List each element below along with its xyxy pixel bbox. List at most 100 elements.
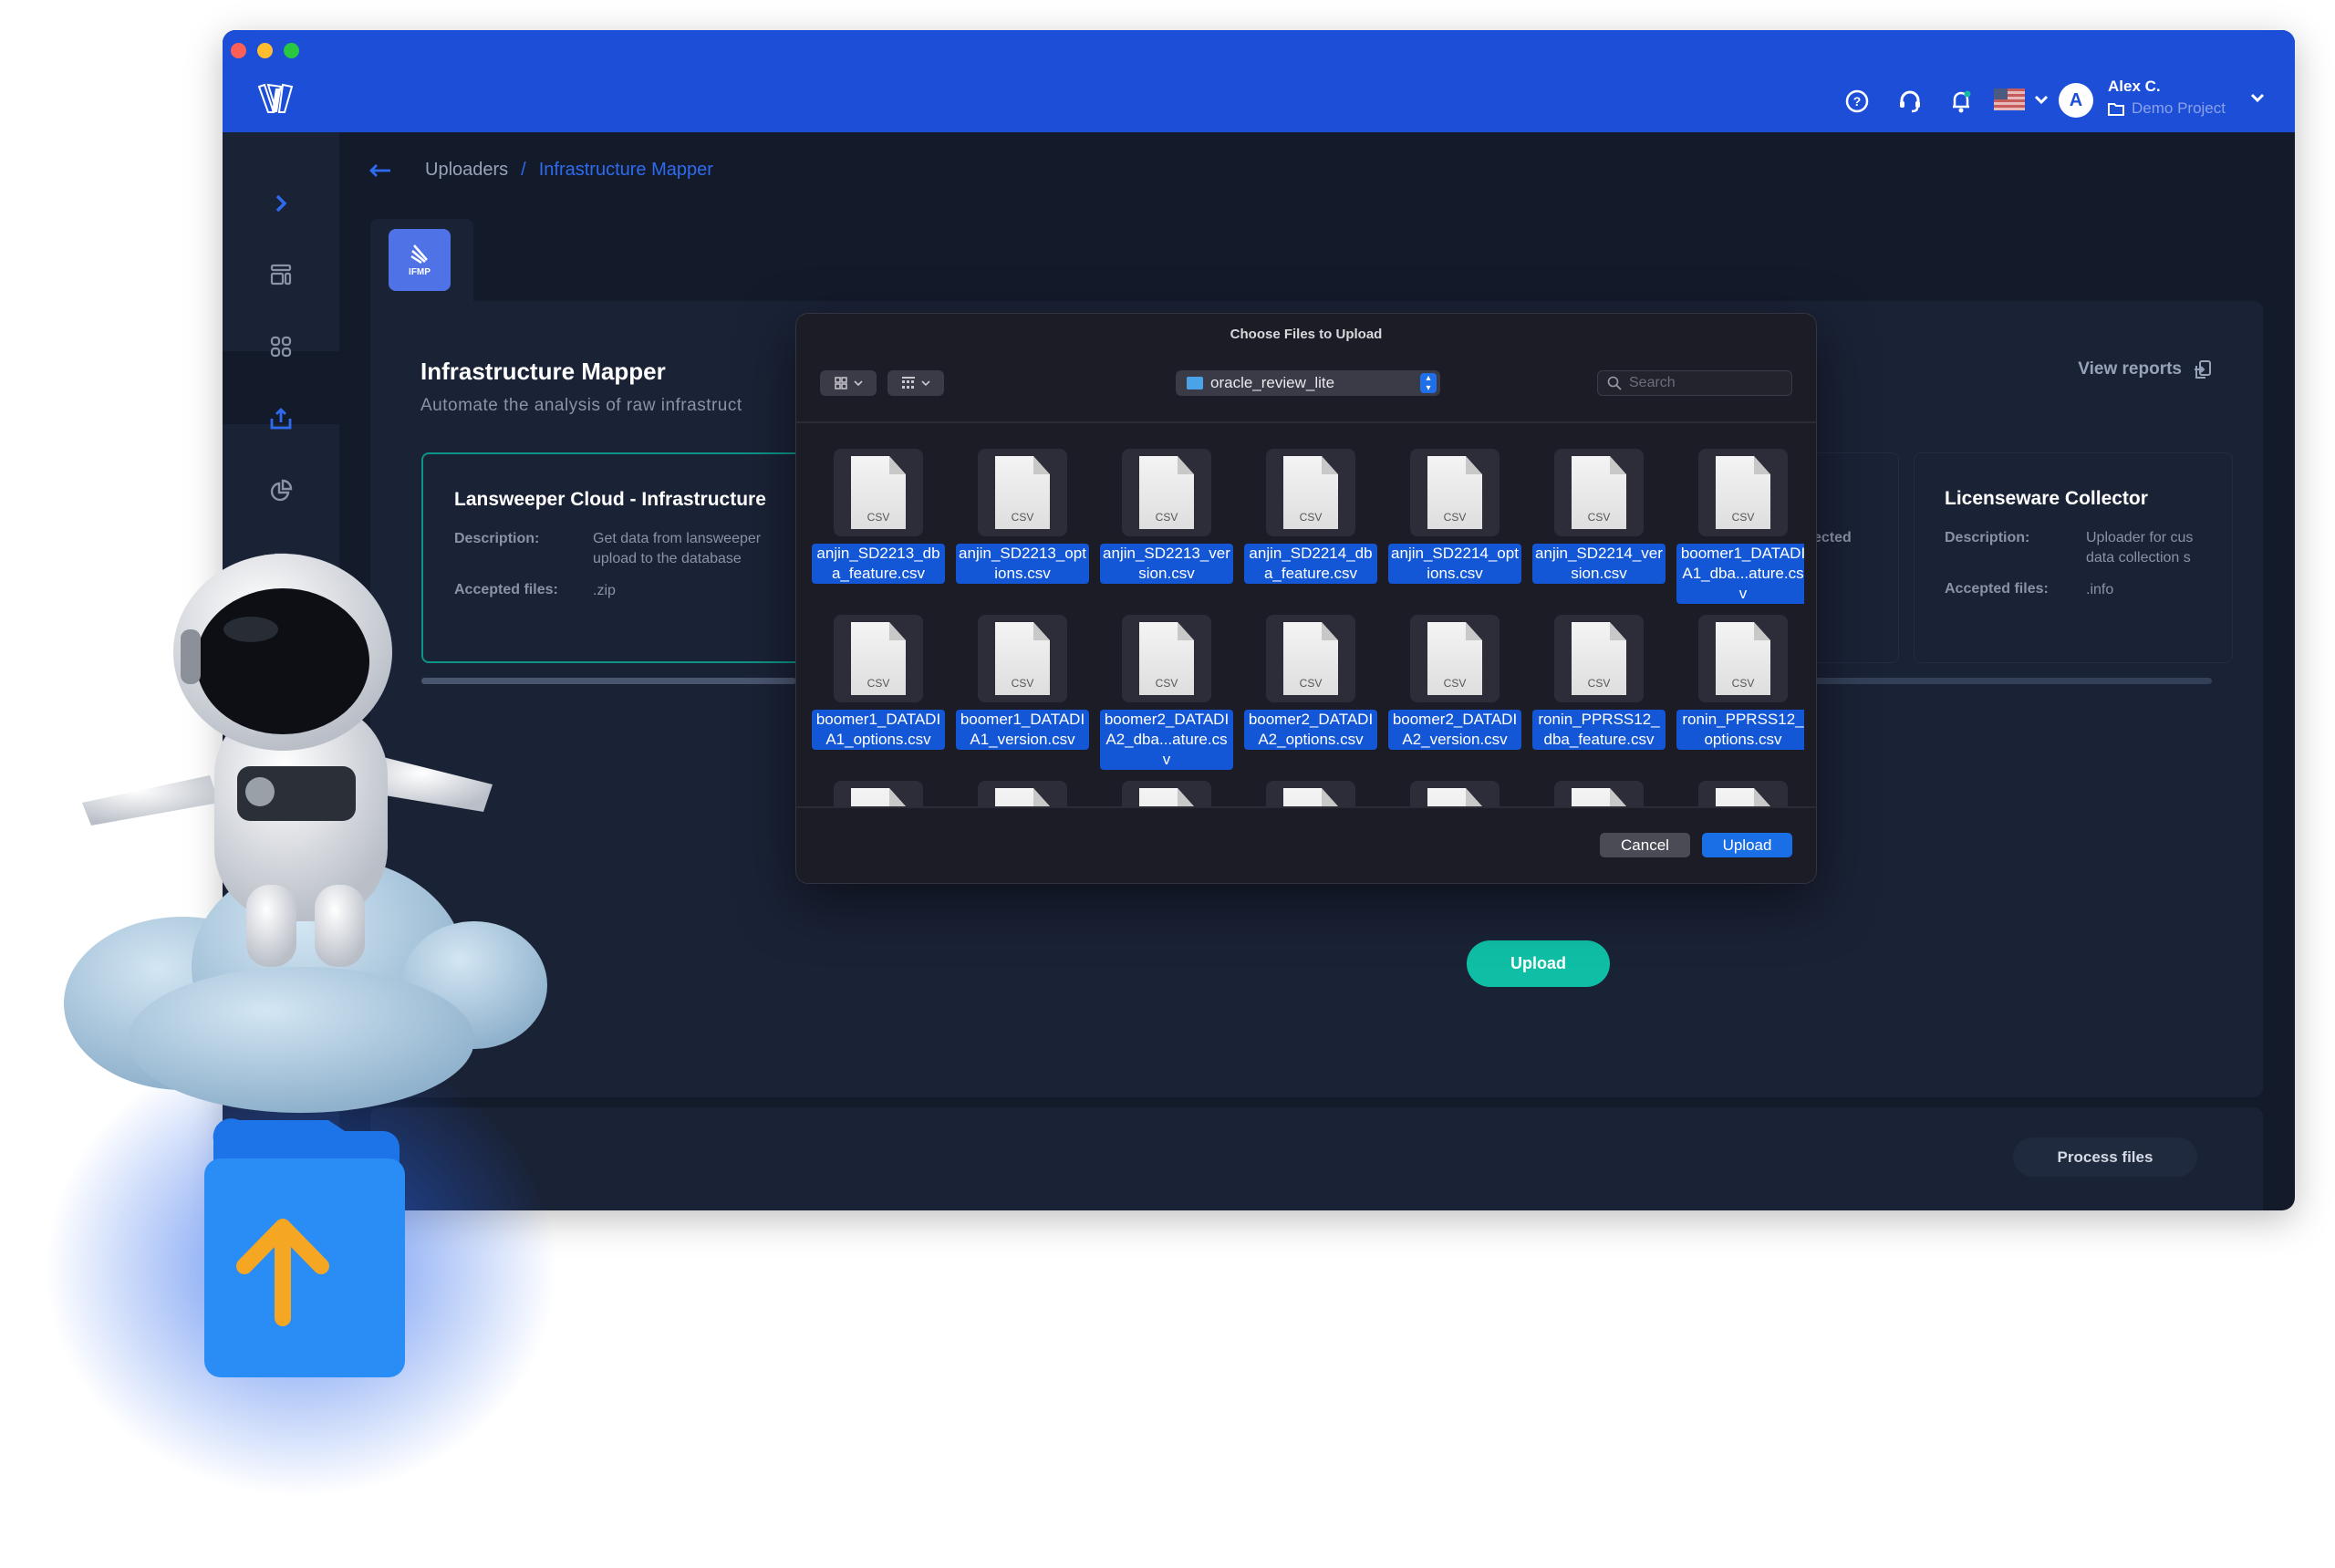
footer-divider (796, 806, 1816, 808)
file-name: boomer1_DATADIA1_version.csv (956, 710, 1089, 750)
chevron-down-icon (854, 380, 863, 387)
scrollbar-thumb[interactable] (421, 678, 795, 684)
file-item[interactable]: CSV ronin_PPRSS12_dba_feature.csv (1531, 615, 1667, 750)
user-name[interactable]: Alex C. (2108, 78, 2161, 96)
uploader-card-licenseware-collector[interactable]: Licenseware Collector Description: Uploa… (1914, 452, 2233, 663)
file-grid: CSV anjin_SD2213_dba_feature.csv CSV anjin_… (810, 449, 1804, 806)
file-type-label: CSV (1443, 511, 1467, 524)
file-name: boomer2_DATADIA2_version.csv (1388, 710, 1521, 750)
dialog-title: Choose Files to Upload (1230, 327, 1383, 342)
card-accepted-files: .zip (593, 583, 616, 598)
icon-view-button[interactable] (820, 370, 877, 396)
card-description-label: Description: (454, 531, 540, 546)
search-field[interactable]: Search (1597, 370, 1792, 396)
file-item[interactable]: CSV boomer1_DATADIA1_version.csv (954, 615, 1091, 750)
top-header: ? A Alex C. Demo Project (223, 30, 2295, 132)
file-item[interactable]: CSV (954, 781, 1091, 806)
file-item[interactable]: CSV ronin_PPRSS12_options.csv (1675, 615, 1804, 750)
logo-icon[interactable] (255, 81, 296, 116)
csv-file-icon: CSV (1698, 781, 1788, 806)
file-item[interactable]: CSV anjin_SD2213_version.csv (1098, 449, 1235, 584)
card-accepted-files-label: Accepted files: (454, 582, 558, 597)
user-menu-chevron-down-icon[interactable] (2247, 88, 2268, 108)
sidebar-item-dashboard-icon[interactable] (265, 258, 297, 291)
csv-file-icon: CSV (1410, 449, 1500, 536)
dialog-upload-button[interactable]: Upload (1702, 833, 1792, 857)
sidebar (223, 132, 339, 1210)
cancel-button[interactable]: Cancel (1600, 833, 1690, 857)
open-reports-icon (2195, 360, 2211, 379)
file-item[interactable]: CSV boomer2_DATADIA2_dba...ature.csv (1098, 615, 1235, 770)
document-page-icon: CSV (1283, 456, 1338, 529)
csv-file-icon: CSV (1122, 449, 1211, 536)
card-title: Licenseware Collector (1945, 488, 2148, 509)
card-title: Lansweeper Cloud - Infrastructure (454, 489, 766, 510)
file-type-label: CSV (867, 511, 890, 524)
updown-chevron-icon: ▴ ▾ (1420, 373, 1437, 393)
file-item[interactable]: CSV (810, 781, 947, 806)
file-item[interactable]: CSV (1098, 781, 1235, 806)
upload-button[interactable]: Upload (1467, 940, 1610, 987)
file-item[interactable]: CSV boomer2_DATADIA2_version.csv (1386, 615, 1523, 750)
tab-ifmp[interactable]: IFMP (389, 229, 451, 291)
view-reports-link[interactable]: View reports (2078, 359, 2213, 379)
project-selector[interactable]: Demo Project (2108, 99, 2226, 118)
chevron-down-icon (921, 380, 930, 387)
sidebar-item-pie-chart-icon[interactable] (265, 474, 297, 507)
file-item[interactable]: CSV anjin_SD2214_options.csv (1386, 449, 1523, 584)
bell-icon[interactable] (1946, 87, 1976, 116)
sidebar-item-inbox-icon[interactable] (265, 547, 297, 580)
file-item[interactable]: CSV boomer1_DATADIA1_options.csv (810, 615, 947, 750)
file-name: anjin_SD2213_version.csv (1100, 544, 1233, 584)
help-icon[interactable]: ? (1842, 87, 1872, 116)
csv-file-icon: CSV (1410, 781, 1500, 806)
process-files-button[interactable]: Process files (2013, 1137, 2197, 1177)
folder-name: oracle_review_lite (1210, 374, 1335, 391)
file-name: anjin_SD2213_dba_feature.csv (812, 544, 945, 584)
file-item[interactable]: CSV anjin_SD2213_dba_feature.csv (810, 449, 947, 584)
csv-file-icon: CSV (1554, 449, 1644, 536)
document-page-icon: CSV (1139, 788, 1194, 806)
document-page-icon: CSV (1139, 622, 1194, 695)
us-flag-icon[interactable] (1994, 88, 2025, 110)
language-chevron-down-icon[interactable] (2031, 89, 2051, 109)
csv-file-icon: CSV (978, 781, 1067, 806)
file-item[interactable]: CSV boomer2_DATADIA2_options.csv (1242, 615, 1379, 750)
avatar[interactable]: A (2059, 83, 2093, 118)
file-name: anjin_SD2213_options.csv (956, 544, 1089, 584)
file-item[interactable]: CSV (1675, 781, 1804, 806)
close-window-button[interactable] (231, 43, 246, 58)
csv-file-icon: CSV (978, 615, 1067, 702)
file-type-label: CSV (1443, 677, 1467, 690)
minimize-window-button[interactable] (257, 43, 273, 58)
search-icon (1607, 376, 1622, 390)
breadcrumb-uploaders-link[interactable]: Uploaders (425, 160, 508, 181)
document-page-icon: CSV (1427, 788, 1482, 806)
file-name: boomer2_DATADIA2_options.csv (1244, 710, 1377, 750)
file-item[interactable]: CSV anjin_SD2214_version.csv (1531, 449, 1667, 584)
sidebar-item-upload-icon[interactable] (265, 402, 297, 435)
breadcrumb: Uploaders / Infrastructure Mapper (368, 160, 713, 181)
document-page-icon: CSV (995, 788, 1050, 806)
expand-sidebar-chevron-right-icon[interactable] (265, 187, 297, 220)
search-placeholder: Search (1629, 375, 1676, 390)
headset-icon[interactable] (1895, 87, 1925, 116)
document-page-icon: CSV (995, 622, 1050, 695)
folder-location-select[interactable]: oracle_review_lite ▴ ▾ (1176, 370, 1440, 396)
file-type-label: CSV (1731, 511, 1755, 524)
csv-file-icon: CSV (1410, 615, 1500, 702)
toolbar-divider (796, 421, 1816, 423)
file-item[interactable]: CSV (1242, 781, 1379, 806)
sidebar-item-apps-grid-icon[interactable] (265, 330, 297, 363)
document-page-icon: CSV (1716, 622, 1770, 695)
group-view-button[interactable] (887, 370, 944, 396)
file-item[interactable]: CSV boomer1_DATADIA1_dba...ature.csv (1675, 449, 1804, 604)
document-page-icon: CSV (1283, 622, 1338, 695)
file-item[interactable]: CSV anjin_SD2213_options.csv (954, 449, 1091, 584)
file-item[interactable]: CSV anjin_SD2214_dba_feature.csv (1242, 449, 1379, 584)
maximize-window-button[interactable] (284, 43, 299, 58)
file-item[interactable]: CSV (1386, 781, 1523, 806)
back-arrow-icon[interactable] (368, 163, 392, 178)
file-item[interactable]: CSV (1531, 781, 1667, 806)
document-page-icon: CSV (1572, 622, 1626, 695)
